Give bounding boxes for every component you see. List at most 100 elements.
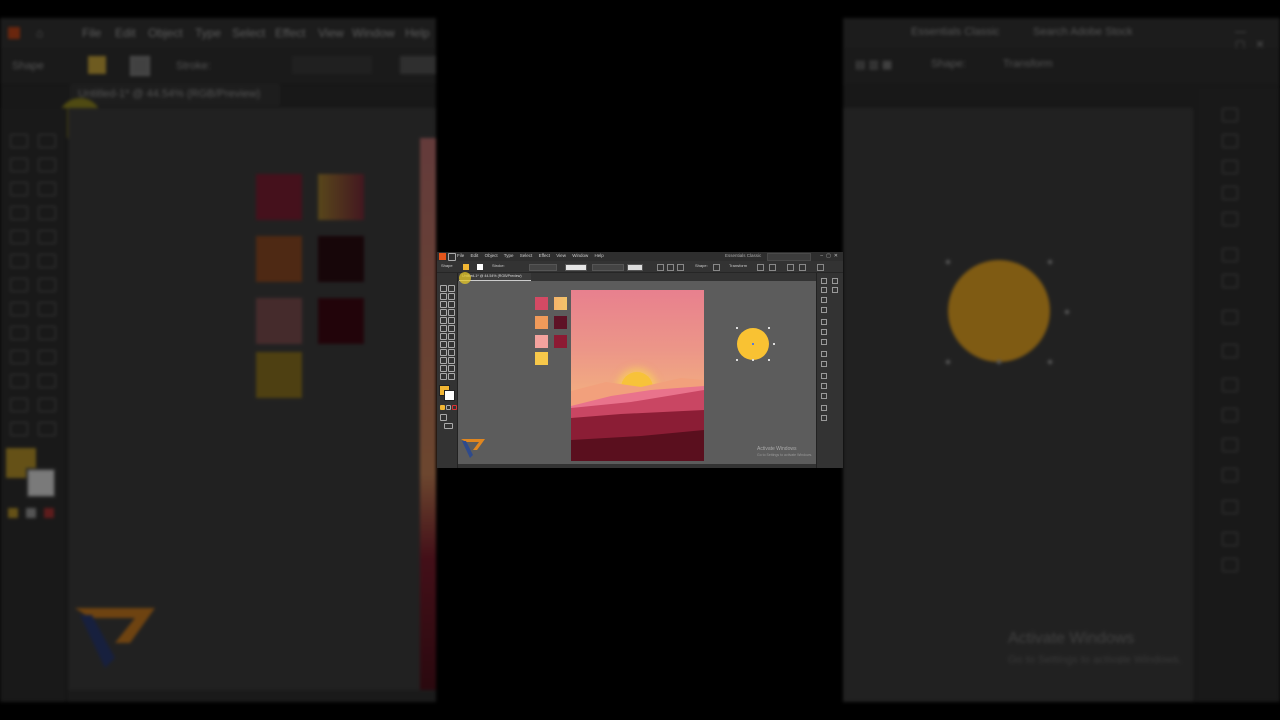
transparency-panel-icon[interactable] xyxy=(821,339,827,345)
fill-swatch-icon[interactable] xyxy=(463,264,469,270)
pathfinder-panel-icon[interactable] xyxy=(821,383,827,389)
appearance-panel-icon[interactable] xyxy=(821,351,827,357)
menu-file[interactable]: File xyxy=(457,253,464,258)
align-panel-icon[interactable] xyxy=(821,373,827,379)
menu-edit[interactable]: Edit xyxy=(471,253,479,258)
stroke-swatch-icon[interactable] xyxy=(477,264,483,270)
layers-panel-icon[interactable] xyxy=(832,278,838,284)
bounding-box-handle[interactable] xyxy=(768,327,770,329)
stroke-color-icon[interactable] xyxy=(444,390,455,401)
landscape-layers[interactable] xyxy=(571,290,704,461)
bg-menu-type: Type xyxy=(195,26,222,40)
menu-window[interactable]: Window xyxy=(572,253,588,258)
menu-view[interactable]: View xyxy=(556,253,566,258)
bg-right-control: ▤ ▥ ▦ Shape: Transform xyxy=(843,48,1280,84)
transform-label[interactable]: Transform xyxy=(729,263,747,268)
draw-mode-icon[interactable] xyxy=(440,414,447,421)
zoom-tool-icon[interactable] xyxy=(448,373,455,380)
menu-object[interactable]: Object xyxy=(485,253,498,258)
artboards-panel-icon[interactable] xyxy=(821,415,827,421)
bg-right-canvas xyxy=(843,108,1193,702)
rectangle-tool-icon[interactable] xyxy=(440,317,447,324)
selection-tool-icon[interactable] xyxy=(440,285,447,292)
blend-tool-icon[interactable] xyxy=(448,365,455,372)
pen-tool-icon[interactable] xyxy=(440,301,447,308)
bg-control-bar: Shape Stroke: xyxy=(0,48,436,85)
scale-tool-icon[interactable] xyxy=(448,333,455,340)
magic-wand-tool-icon[interactable] xyxy=(440,293,447,300)
swatch-4[interactable] xyxy=(554,316,567,329)
bounding-box-handle[interactable] xyxy=(768,359,770,361)
swatch-6[interactable] xyxy=(554,335,567,348)
stock-search-input[interactable] xyxy=(767,253,811,261)
menu-list: File Edit Object Type Select Effect View… xyxy=(457,253,609,258)
direct-selection-tool-icon[interactable] xyxy=(448,285,455,292)
menu-effect[interactable]: Effect xyxy=(539,253,550,258)
align-left-icon[interactable] xyxy=(657,264,664,271)
shaper-tool-icon[interactable] xyxy=(440,325,447,332)
align-right-icon[interactable] xyxy=(677,264,684,271)
workspace-switcher[interactable]: Essentials Classic xyxy=(725,253,761,258)
menu-bar: File Edit Object Type Select Effect View… xyxy=(437,252,843,261)
transform-icon[interactable] xyxy=(769,264,776,271)
none-mode-icon[interactable] xyxy=(452,405,457,410)
eyedropper-tool-icon[interactable] xyxy=(440,365,447,372)
screen-mode-icon[interactable] xyxy=(444,423,453,429)
eraser-tool-icon[interactable] xyxy=(448,325,455,332)
window-controls[interactable]: –▢✕ xyxy=(820,253,841,259)
perspective-tool-icon[interactable] xyxy=(448,349,455,356)
bg-watermark-subtitle: Go to Settings to activate Windows. xyxy=(1008,654,1182,666)
color-panel-icon[interactable] xyxy=(821,287,827,293)
illustrator-window: File Edit Object Type Select Effect View… xyxy=(437,252,843,468)
properties-panel-icon[interactable] xyxy=(821,278,827,284)
shape-builder-tool-icon[interactable] xyxy=(440,349,447,356)
swatch-5[interactable] xyxy=(535,335,548,348)
stroke-weight-field[interactable] xyxy=(529,264,557,271)
swatch-2[interactable] xyxy=(554,297,567,310)
bg-menu-edit: Edit xyxy=(115,26,136,40)
gradient-panel-icon[interactable] xyxy=(821,329,827,335)
menu-icon[interactable] xyxy=(817,264,824,271)
swatch-1[interactable] xyxy=(535,297,548,310)
home-icon[interactable] xyxy=(448,253,456,261)
color-mode-icon[interactable] xyxy=(440,405,445,410)
swatches-panel-icon[interactable] xyxy=(832,287,838,293)
lasso-tool-icon[interactable] xyxy=(448,293,455,300)
ai-logo-icon xyxy=(439,253,446,260)
graphic-styles-panel-icon[interactable] xyxy=(821,361,827,367)
isolate-icon[interactable] xyxy=(757,264,764,271)
links-panel-icon[interactable] xyxy=(821,405,827,411)
align-center-icon[interactable] xyxy=(667,264,674,271)
stroke-panel-icon[interactable] xyxy=(821,319,827,325)
style-field[interactable] xyxy=(627,264,643,271)
live-corner-handle[interactable] xyxy=(773,343,775,345)
gradient-tool-icon[interactable] xyxy=(448,357,455,364)
free-transform-tool-icon[interactable] xyxy=(448,341,455,348)
swatch-3[interactable] xyxy=(535,316,548,329)
transform-panel-icon[interactable] xyxy=(821,393,827,399)
width-tool-icon[interactable] xyxy=(440,341,447,348)
bounding-box-handle[interactable] xyxy=(752,359,754,361)
menu-type[interactable]: Type xyxy=(504,253,514,258)
menu-select[interactable]: Select xyxy=(520,253,533,258)
brush-field[interactable] xyxy=(592,264,624,271)
line-tool-icon[interactable] xyxy=(448,309,455,316)
distribute-icon[interactable] xyxy=(799,264,806,271)
symbols-panel-icon[interactable] xyxy=(821,307,827,313)
mesh-tool-icon[interactable] xyxy=(440,357,447,364)
bounding-box-handle[interactable] xyxy=(736,359,738,361)
swatch-7[interactable] xyxy=(535,352,548,365)
rotate-tool-icon[interactable] xyxy=(440,333,447,340)
artboard[interactable] xyxy=(571,290,704,461)
curvature-tool-icon[interactable] xyxy=(448,301,455,308)
shape-props-icon[interactable] xyxy=(713,264,720,271)
menu-help[interactable]: Help xyxy=(595,253,604,258)
paintbrush-tool-icon[interactable] xyxy=(448,317,455,324)
bounding-box-handle[interactable] xyxy=(736,327,738,329)
gradient-mode-icon[interactable] xyxy=(446,405,451,410)
type-tool-icon[interactable] xyxy=(440,309,447,316)
hand-tool-icon[interactable] xyxy=(440,373,447,380)
variable-width-field[interactable] xyxy=(565,264,587,271)
brushes-panel-icon[interactable] xyxy=(821,297,827,303)
arrange-icon[interactable] xyxy=(787,264,794,271)
